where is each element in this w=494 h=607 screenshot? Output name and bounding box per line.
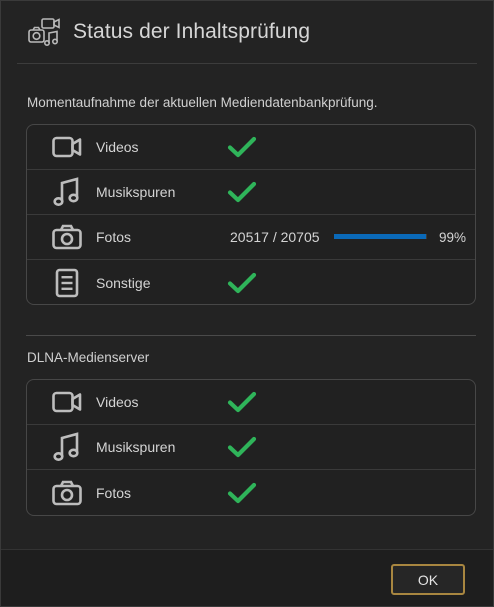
dialog-title: Status der Inhaltsprüfung xyxy=(73,20,311,43)
music-notes-icon xyxy=(51,432,83,462)
photo-progress-percent: 99% xyxy=(439,229,467,245)
section-divider xyxy=(26,335,476,336)
row-label: Musikspuren xyxy=(96,439,176,455)
music-notes-icon xyxy=(51,177,83,207)
check-icon xyxy=(227,436,257,458)
camera-icon xyxy=(51,478,83,508)
header-divider xyxy=(17,63,477,64)
row-label: Musikspuren xyxy=(96,184,176,200)
check-icon xyxy=(227,181,257,203)
check-icon xyxy=(227,391,257,413)
scan-row-videos: Videos xyxy=(27,125,475,170)
dlna-row-music: Musikspuren xyxy=(27,425,475,470)
row-label: Fotos xyxy=(96,229,132,245)
scan-row-photos: Fotos 20517 / 20705 99% xyxy=(27,215,475,260)
dlna-row-photos: Fotos xyxy=(27,470,475,515)
check-icon xyxy=(227,482,257,503)
media-collection-icon xyxy=(28,18,60,46)
camera-icon xyxy=(51,222,83,252)
photo-count: 20517 / 20705 xyxy=(230,229,320,245)
check-icon xyxy=(227,272,257,294)
dlna-row-videos: Videos xyxy=(27,380,475,425)
dialog-header: Status der Inhaltsprüfung xyxy=(1,1,493,63)
row-label: Videos xyxy=(96,139,139,155)
check-icon xyxy=(227,136,257,158)
video-camera-icon xyxy=(51,132,83,162)
row-label: Fotos xyxy=(96,484,132,501)
photo-progress-bar xyxy=(334,234,427,239)
dlna-status-panel: Videos Musikspuren Fotos xyxy=(26,379,476,516)
row-label: Sonstige xyxy=(96,275,151,291)
scan-status-panel: Videos Musikspuren Fotos 20517 / 20705 9… xyxy=(26,124,476,305)
content-scan-status-dialog: Status der Inhaltsprüfung Momentaufnahme… xyxy=(0,0,494,607)
scan-row-music: Musikspuren xyxy=(27,170,475,215)
document-icon xyxy=(51,268,83,298)
row-label: Videos xyxy=(96,394,139,410)
dlna-section-label: DLNA-Medienserver xyxy=(27,350,150,365)
video-camera-icon xyxy=(51,387,83,417)
scan-description: Momentaufnahme der aktuellen Mediendaten… xyxy=(27,95,378,110)
scan-row-other: Sonstige xyxy=(27,260,475,304)
ok-button[interactable]: OK xyxy=(391,564,465,595)
photo-progress-fill xyxy=(334,234,427,239)
